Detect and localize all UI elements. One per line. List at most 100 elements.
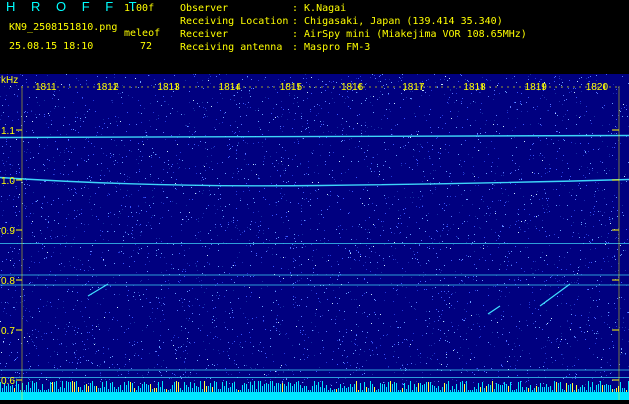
- baseline-spike: [152, 389, 153, 392]
- noise-speck: [493, 124, 494, 125]
- baseline-spike: [598, 384, 599, 392]
- baseline-spike: [38, 389, 39, 392]
- baseline-spike: [130, 382, 131, 392]
- noise-speck: [259, 297, 260, 298]
- baseline-spike: [42, 384, 43, 392]
- baseline-spike: [166, 389, 167, 392]
- baseline-spike: [84, 385, 85, 392]
- noise-speck: [561, 339, 562, 340]
- baseline-spike: [500, 385, 501, 392]
- baseline-spike: [404, 383, 405, 392]
- noise-speck: [450, 248, 451, 249]
- noise-speck: [369, 198, 370, 199]
- baseline-spike: [546, 384, 547, 392]
- noise-speck: [316, 309, 317, 310]
- baseline-spike: [344, 386, 345, 392]
- baseline-spike: [240, 390, 241, 392]
- baseline-spike: [434, 386, 435, 392]
- baseline-spike: [358, 390, 359, 392]
- baseline-spike: [382, 384, 383, 392]
- noise-speck: [312, 182, 313, 183]
- baseline-spike: [304, 386, 305, 392]
- noise-speck: [379, 174, 380, 175]
- baseline-spike: [190, 382, 191, 392]
- noise-speck: [371, 294, 372, 295]
- baseline-spike: [504, 382, 505, 392]
- baseline-spike: [518, 382, 519, 392]
- baseline-spike: [584, 387, 585, 392]
- baseline-spike: [254, 381, 255, 392]
- baseline-spike: [162, 381, 163, 392]
- mode-label: meleof: [124, 28, 161, 39]
- noise-speck: [497, 322, 498, 323]
- noise-speck: [195, 193, 196, 194]
- noise-speck: [442, 84, 443, 85]
- noise-speck: [532, 172, 533, 173]
- noise-speck: [167, 151, 168, 152]
- baseline-spike: [476, 389, 477, 392]
- meta-key: Receiving Location: [180, 16, 289, 27]
- noise-speck: [275, 371, 276, 372]
- noise-speck: [497, 85, 498, 86]
- baseline-spike: [590, 387, 591, 392]
- baseline-spike: [262, 386, 263, 392]
- meta-value: : Chigasaki, Japan (139.414 35.340): [292, 16, 503, 27]
- meta-row-antenna: Receiving antenna: Maspro FM-3: [180, 41, 527, 54]
- baseline-spike: [76, 381, 77, 392]
- baseline-spike: [530, 385, 531, 392]
- noise-speck: [311, 77, 312, 78]
- baseline-spike: [340, 384, 341, 392]
- noise-speck: [514, 193, 515, 194]
- noise-speck: [175, 183, 176, 184]
- noise-speck: [96, 326, 97, 327]
- baseline-spike: [444, 383, 445, 392]
- noise-speck: [283, 278, 284, 279]
- spectrogram-plot[interactable]: 1811 1812 1813 1814 1815 1816 1817 1818 1819 1820…: [0, 74, 629, 400]
- baseline-spike: [108, 389, 109, 392]
- baseline-spike: [200, 381, 201, 392]
- baseline-spike: [324, 388, 325, 392]
- noise-speck: [470, 359, 471, 360]
- noise-speck: [446, 354, 447, 355]
- baseline-spike: [474, 387, 475, 392]
- baseline-spike: [20, 390, 21, 392]
- baseline-spike: [394, 382, 395, 392]
- noise-speck: [507, 361, 508, 362]
- noise-speck: [441, 84, 442, 85]
- baseline-spike: [308, 390, 309, 392]
- noise-speck: [427, 180, 428, 181]
- baseline-spike: [506, 384, 507, 392]
- app-title: H R O F F T: [6, 0, 143, 14]
- baseline-spike: [294, 384, 295, 392]
- baseline-spike: [302, 388, 303, 392]
- baseline-spike: [50, 382, 51, 392]
- baseline-spike: [424, 384, 425, 392]
- baseline-spike: [58, 389, 59, 392]
- baseline-spike: [136, 390, 137, 392]
- baseline-spike: [16, 381, 17, 392]
- baseline-spike: [114, 387, 115, 392]
- baseline-spike: [30, 388, 31, 392]
- baseline-spike: [268, 384, 269, 392]
- baseline-spike: [300, 385, 301, 392]
- noise-speck: [193, 100, 194, 101]
- baseline-spike: [24, 390, 25, 392]
- baseline-spike: [432, 385, 433, 392]
- baseline-spike: [26, 385, 27, 392]
- noise-speck: [521, 221, 522, 222]
- noise-speck: [207, 255, 208, 256]
- baseline-spike: [282, 383, 283, 392]
- noise-speck: [318, 182, 319, 183]
- baseline-spike: [350, 384, 351, 392]
- level-value: 72: [140, 41, 153, 52]
- baseline-spike: [372, 384, 373, 392]
- baseline-spike: [186, 385, 187, 392]
- baseline-spike: [336, 389, 337, 392]
- baseline-spike: [616, 388, 617, 392]
- baseline-spike: [46, 390, 47, 392]
- baseline-spike: [392, 384, 393, 392]
- noise-speck: [283, 257, 284, 258]
- baseline-spike: [112, 382, 113, 392]
- noise-speck: [518, 232, 519, 233]
- baseline-spike: [128, 381, 129, 392]
